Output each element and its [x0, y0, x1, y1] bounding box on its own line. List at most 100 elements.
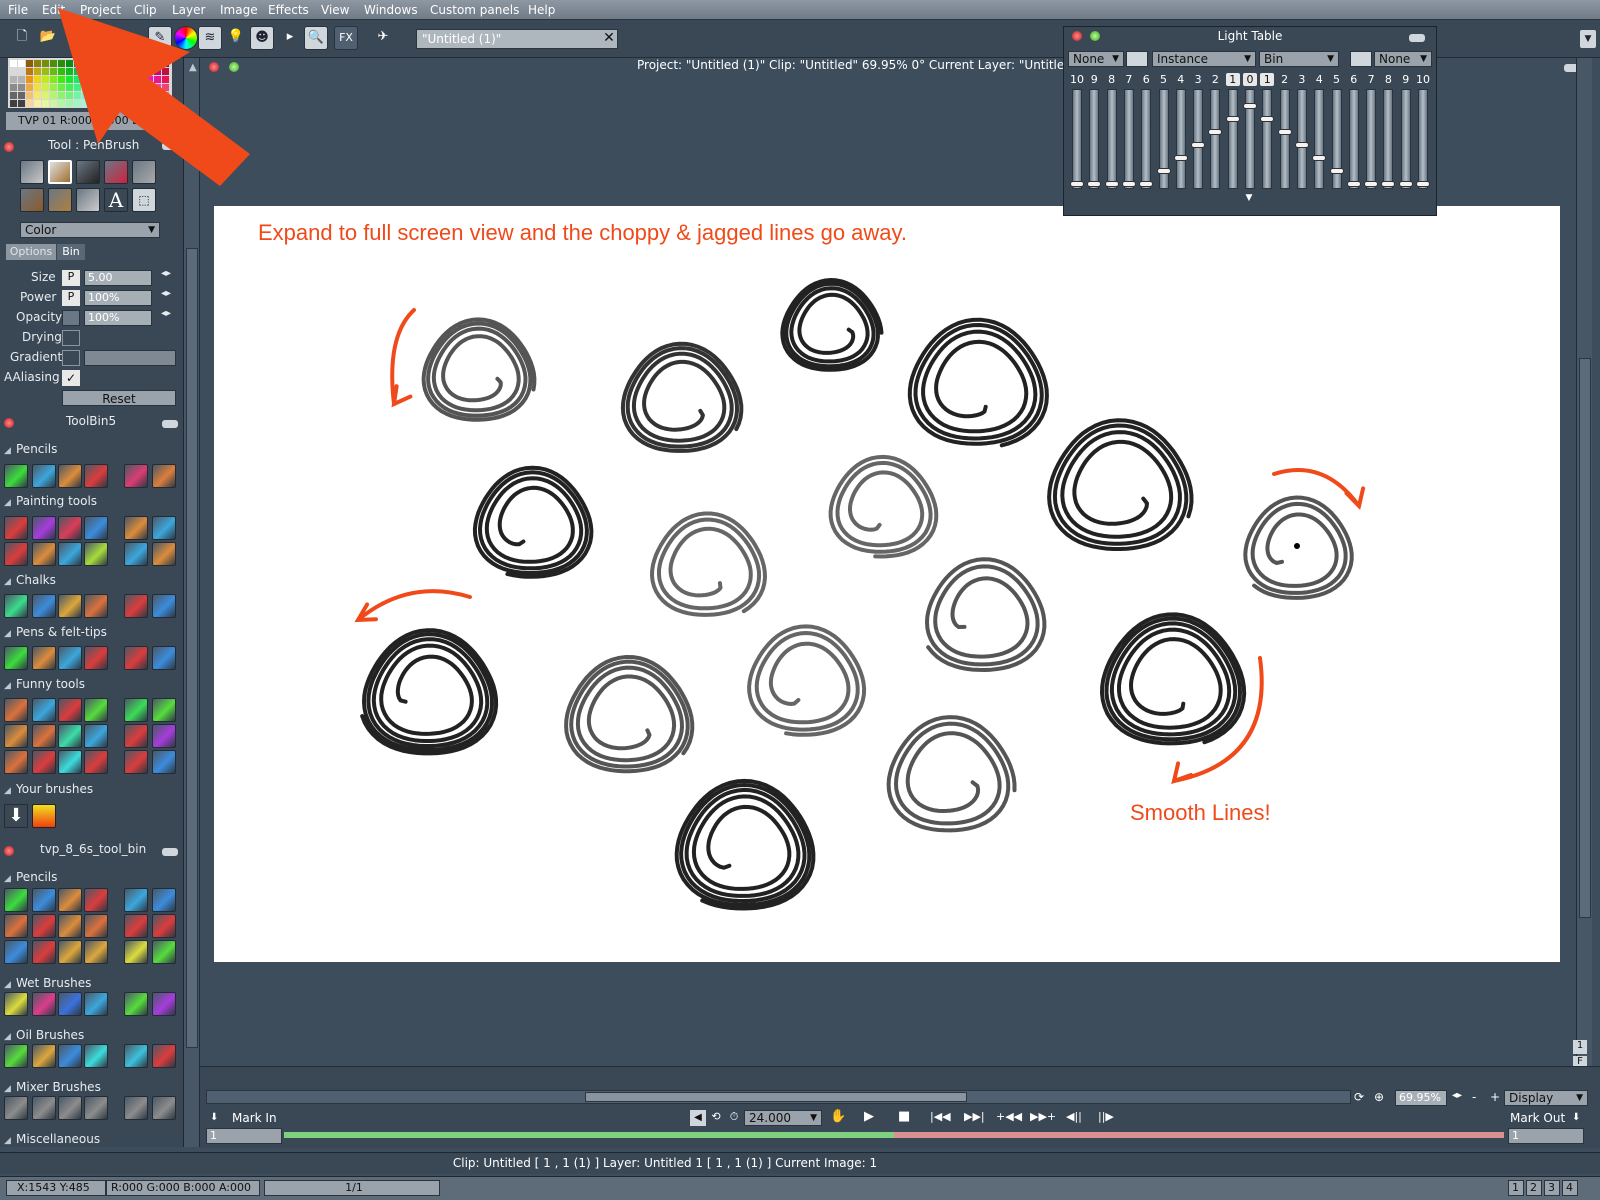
- brush-preset-icon[interactable]: [32, 1044, 56, 1068]
- mark-in-frame-field[interactable]: 1: [206, 1128, 282, 1144]
- brush-preset-icon[interactable]: [84, 992, 108, 1016]
- canvas-horizontal-scrollbar[interactable]: [206, 1090, 1351, 1104]
- light-table-opacity-slider[interactable]: [1262, 89, 1273, 189]
- collapse-triangle-icon[interactable]: ◢: [4, 498, 11, 508]
- brush-preset-icon[interactable]: [32, 698, 56, 722]
- brush-preset-icon[interactable]: [4, 542, 28, 566]
- brush-preset-icon[interactable]: [32, 940, 56, 964]
- slider-knob[interactable]: [1121, 181, 1136, 187]
- display-dropdown[interactable]: Display: [1504, 1090, 1588, 1106]
- brush-preset-icon[interactable]: [124, 542, 148, 566]
- brush-preset-icon[interactable]: [152, 750, 176, 774]
- light-table-dropdown-right[interactable]: None: [1374, 51, 1432, 67]
- slider-knob[interactable]: [1070, 181, 1084, 187]
- light-table-opacity-slider[interactable]: [1296, 89, 1307, 189]
- brush-preset-icon[interactable]: [58, 594, 82, 618]
- light-table-opacity-slider[interactable]: [1175, 89, 1186, 189]
- light-table-frame-number[interactable]: 5: [1157, 73, 1171, 86]
- collapse-triangle-icon[interactable]: ◢: [4, 681, 11, 691]
- light-table-opacity-slider[interactable]: [1348, 89, 1359, 189]
- insert-before-icon[interactable]: +◀◀: [996, 1110, 1022, 1123]
- mark-in-label[interactable]: Mark In: [232, 1111, 277, 1125]
- brush-preset-icon[interactable]: [32, 464, 56, 488]
- slider-knob[interactable]: [1294, 142, 1309, 148]
- brush-preset-icon[interactable]: [124, 594, 148, 618]
- palette-swatch[interactable]: [26, 60, 33, 67]
- chevron-down-icon[interactable]: ▼: [1580, 30, 1596, 48]
- brush-preset-icon[interactable]: [84, 724, 108, 748]
- light-table-instance-dropdown[interactable]: Instance: [1152, 51, 1256, 67]
- light-table-frame-number[interactable]: 0: [1243, 73, 1257, 86]
- light-table-frame-number[interactable]: 8: [1105, 73, 1119, 86]
- slider-knob[interactable]: [1139, 181, 1154, 187]
- brush-preset-icon[interactable]: [84, 542, 108, 566]
- section-funny-tools[interactable]: Funny tools: [16, 677, 85, 691]
- mark-out-frame-field[interactable]: 1: [1508, 1128, 1584, 1144]
- mark-in-arrow-icon[interactable]: ⬇: [210, 1112, 218, 1123]
- slider-knob[interactable]: [1225, 116, 1240, 122]
- light-table-color-swatch[interactable]: [1126, 51, 1148, 67]
- brush-preset-icon[interactable]: [58, 992, 82, 1016]
- aaliasing-checkbox[interactable]: ✓: [62, 370, 80, 386]
- rotate-icon[interactable]: ⟳: [1351, 1090, 1367, 1106]
- light-table-opacity-slider[interactable]: [1366, 89, 1377, 189]
- brush-preset-icon[interactable]: [4, 940, 28, 964]
- paper-plane-icon[interactable]: ✈: [366, 26, 400, 50]
- palette-swatch[interactable]: [18, 100, 25, 107]
- brush-preset-icon[interactable]: [152, 646, 176, 670]
- palette-swatch[interactable]: [10, 84, 17, 91]
- light-table-frame-number[interactable]: 2: [1208, 73, 1222, 86]
- brush-preset-icon[interactable]: [152, 940, 176, 964]
- timeline-range-after[interactable]: [894, 1132, 1504, 1138]
- page-button-4[interactable]: 4: [1562, 1180, 1578, 1196]
- light-table-opacity-slider[interactable]: [1106, 89, 1117, 189]
- pressure-toggle[interactable]: P: [62, 270, 80, 286]
- gradient-preview[interactable]: [84, 350, 176, 366]
- brush-preset-icon[interactable]: [124, 1044, 148, 1068]
- light-table-frame-number[interactable]: 3: [1295, 73, 1309, 86]
- light-table-frame-number[interactable]: 3: [1191, 73, 1205, 86]
- section-wet-brushes[interactable]: Wet Brushes: [16, 976, 91, 990]
- brush-preset-icon[interactable]: [4, 992, 28, 1016]
- brush-preset-icon[interactable]: [152, 888, 176, 912]
- zoom-out-icon[interactable]: -: [1472, 1090, 1484, 1104]
- scroll-thumb[interactable]: [585, 1092, 967, 1102]
- palette-swatch[interactable]: [18, 92, 25, 99]
- insert-after-icon[interactable]: ▶▶+: [1030, 1110, 1056, 1123]
- light-table-opacity-slider[interactable]: [1314, 89, 1325, 189]
- brush-preset-icon[interactable]: [58, 516, 82, 540]
- light-table-frame-number[interactable]: 4: [1174, 73, 1188, 86]
- menu-view[interactable]: View: [321, 3, 349, 17]
- brush-preset-icon[interactable]: [58, 940, 82, 964]
- play-icon[interactable]: ▶: [864, 1109, 874, 1124]
- go-first-icon[interactable]: |◀◀: [930, 1110, 951, 1123]
- brush-preset-icon[interactable]: [124, 992, 148, 1016]
- section-painting-tools[interactable]: Painting tools: [16, 494, 97, 508]
- brush-preset-icon[interactable]: [32, 914, 56, 938]
- slider-knob[interactable]: [1416, 181, 1430, 187]
- fx-button[interactable]: FX: [334, 26, 358, 50]
- collapse-triangle-icon[interactable]: ◢: [4, 786, 11, 796]
- section-pens-felt-tips[interactable]: Pens & felt-tips: [16, 625, 107, 639]
- clock-icon[interactable]: ⏱: [726, 1110, 742, 1126]
- chevron-down-icon[interactable]: ▼: [1242, 193, 1256, 205]
- brush-preset-icon[interactable]: [84, 594, 108, 618]
- brush-preset-icon[interactable]: [4, 698, 28, 722]
- light-table-frame-number[interactable]: 9: [1399, 73, 1413, 86]
- center-icon[interactable]: ⊕: [1371, 1090, 1387, 1106]
- collapse-triangle-icon[interactable]: ◢: [4, 874, 11, 884]
- light-table-opacity-slider[interactable]: [1123, 89, 1134, 189]
- light-table-dropdown-left[interactable]: None: [1068, 51, 1124, 67]
- palette-swatch[interactable]: [26, 84, 33, 91]
- brush-preset-icon[interactable]: [152, 542, 176, 566]
- light-table-frame-number[interactable]: 10: [1070, 73, 1084, 86]
- size-field[interactable]: 5.00: [84, 270, 152, 286]
- brush-preset-icon[interactable]: [84, 750, 108, 774]
- brush-preset-icon[interactable]: [4, 594, 28, 618]
- power-stepper-icon[interactable]: ◂▸: [161, 288, 171, 299]
- brush-preset-icon[interactable]: [58, 698, 82, 722]
- brush-preset-icon[interactable]: [4, 888, 28, 912]
- brush-preset-icon[interactable]: [84, 888, 108, 912]
- drying-checkbox[interactable]: [62, 330, 80, 346]
- slider-knob[interactable]: [1243, 103, 1257, 109]
